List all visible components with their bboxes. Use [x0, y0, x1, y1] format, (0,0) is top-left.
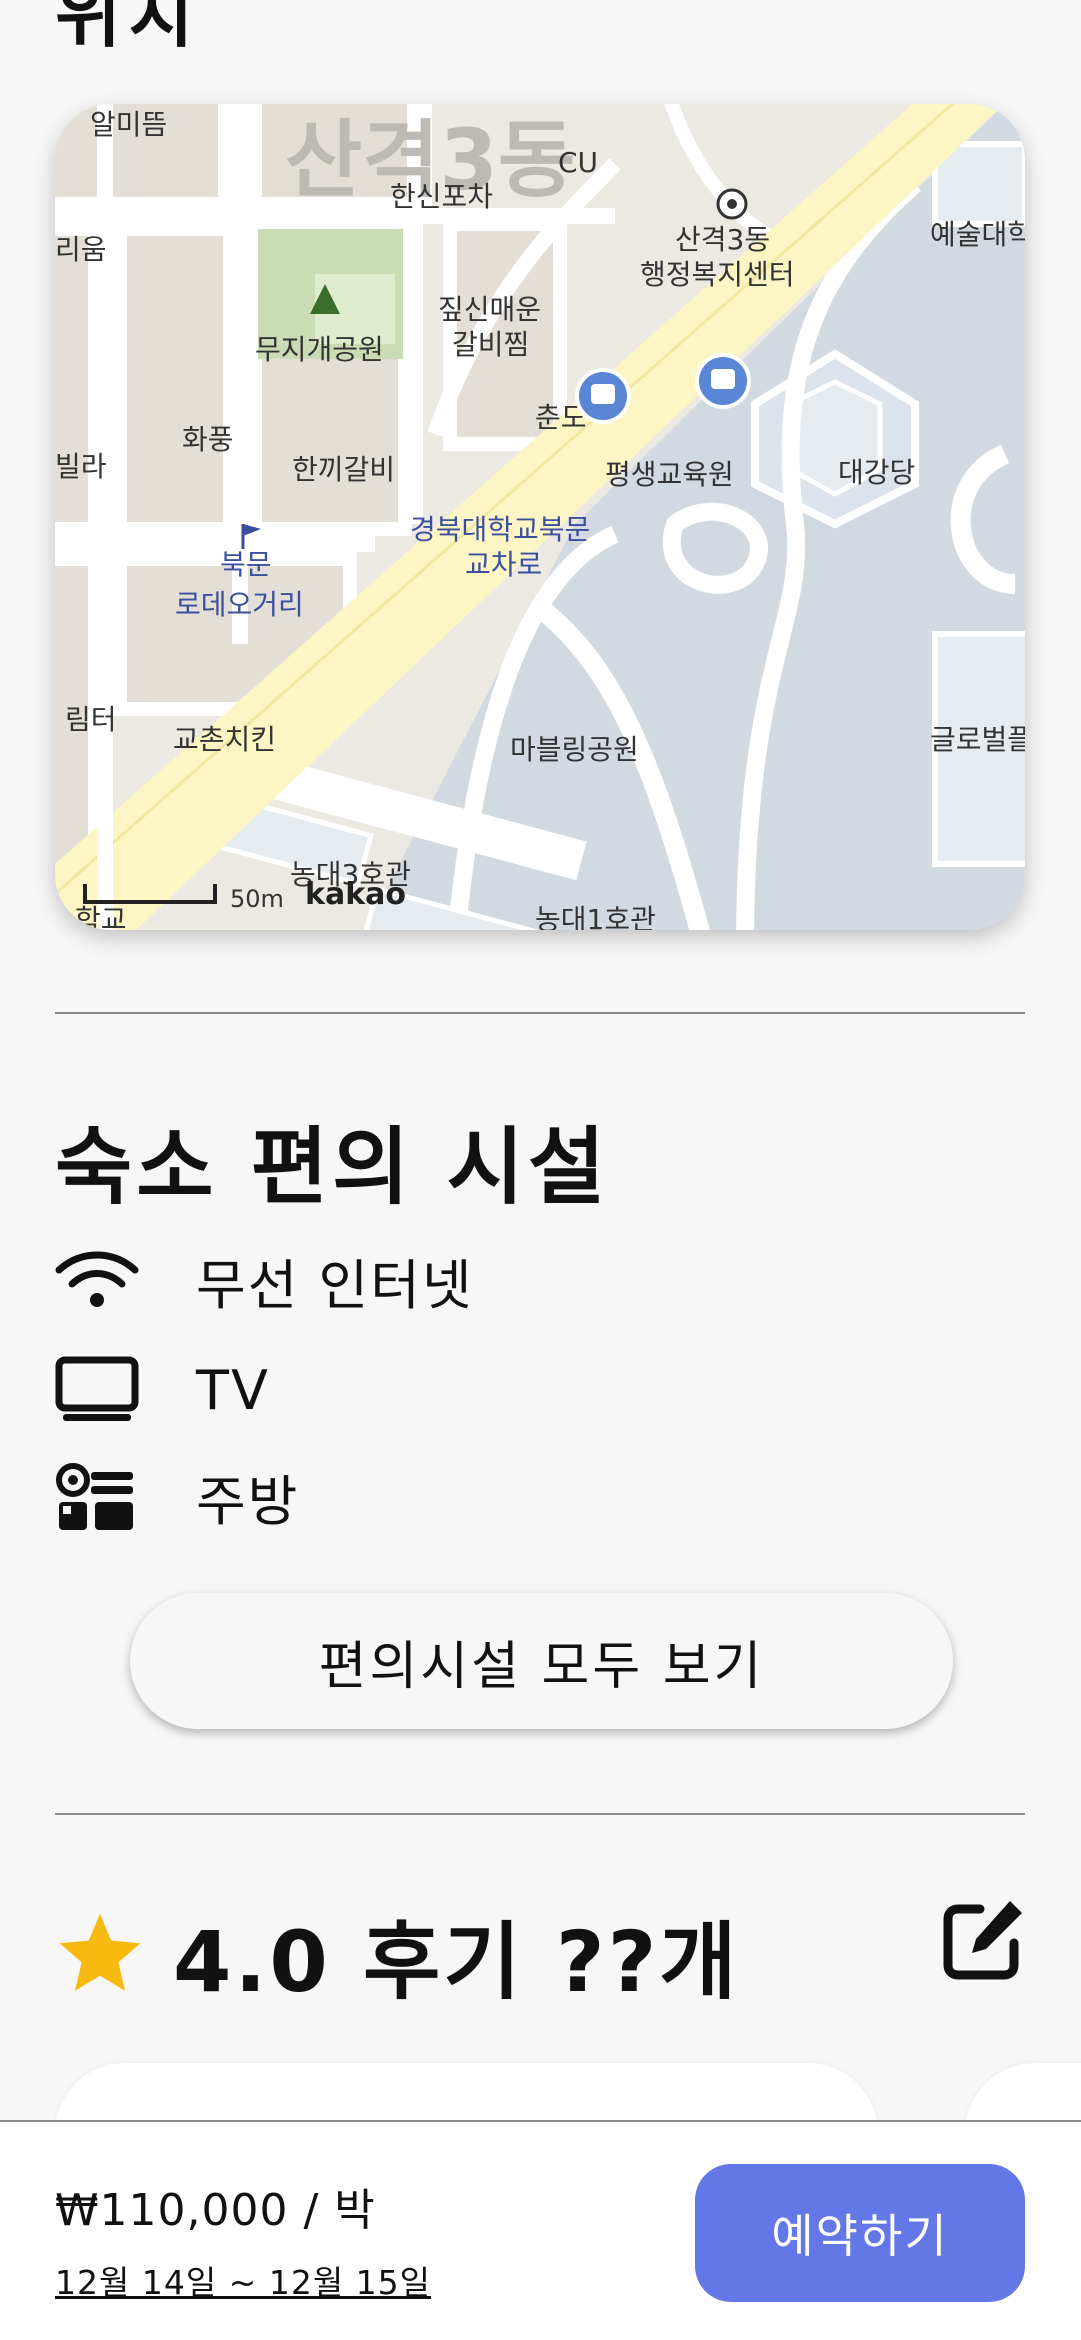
amenity-label: 무선 인터넷: [196, 1253, 474, 1317]
nightly-price: ₩110,000 / 박: [55, 2185, 376, 2236]
map-label-hankki: 한끼갈비: [292, 453, 395, 486]
section-divider: [55, 1813, 1025, 1815]
review-summary: 4.0 후기 ??개: [173, 1912, 740, 2011]
edit-icon: [940, 1901, 1028, 1986]
map-label-jjip-1: 짚신매운: [438, 293, 541, 326]
amenity-item-kitchen: 주방: [55, 1456, 955, 1536]
map-label-lifelong-edu: 평생교육원: [605, 458, 734, 491]
map-label-knu-gate-2: 교차로: [465, 548, 542, 581]
amenity-item-tv: TV: [55, 1350, 955, 1430]
location-title: 위치: [55, 0, 200, 57]
bus-stop-icon[interactable]: [695, 353, 751, 409]
map-label-art-hall: 예술대학: [930, 218, 1025, 251]
map-label-bukmun-1: 북문: [220, 548, 272, 581]
map-label-kyochon: 교촌치킨: [173, 723, 276, 756]
map-label-rimteo: 림터: [65, 703, 117, 736]
map-label-almiddeum: 알미뜸: [90, 108, 167, 141]
location-map[interactable]: 산격3동 알미뜸 한신포차 CU 산격3동 행정복지센터 예술대학 리움 짚신매…: [55, 104, 1025, 930]
map-label-nongdae1: 농대1호관: [535, 903, 656, 930]
section-divider: [55, 1012, 1025, 1014]
map-label-cu: CU: [558, 146, 598, 179]
map-label-center-2: 행정복지센터: [640, 258, 795, 291]
map-label-global: 글로벌플: [930, 723, 1025, 756]
map-label-school: 학교: [75, 903, 127, 930]
star-icon: [55, 1910, 145, 2000]
kitchen-icon: [55, 1461, 139, 1531]
map-label-hwapung: 화풍: [182, 423, 234, 456]
map-label-center-1: 산격3동: [675, 223, 770, 256]
map-label-marble-park: 마블링공원: [510, 733, 639, 766]
map-label-hansin-pocha: 한신포차: [390, 180, 493, 213]
map-label-jjip-2: 갈비찜: [452, 328, 529, 361]
map-label-knu-gate-1: 경북대학교북문: [410, 513, 590, 546]
write-review-button[interactable]: [940, 1895, 1028, 1983]
show-all-amenities-button[interactable]: 편의시설 모두 보기: [130, 1593, 953, 1729]
bus-stop-icon[interactable]: [575, 368, 631, 424]
amenity-label: 주방: [196, 1469, 300, 1533]
map-label-rium: 리움: [55, 233, 107, 266]
map-label-villa: 빌라: [55, 450, 107, 483]
stay-dates-link[interactable]: 12월 14일 ~ 12월 15일: [55, 2256, 431, 2304]
map-label-rainbow-park: 무지개공원: [255, 333, 384, 366]
tv-icon: [55, 1355, 139, 1425]
amenity-label: TV: [196, 1358, 270, 1422]
page: 위치 산격3동 알미뜸 한신포차 CU 산격3동 행정복지센터 예술대학 리움 …: [0, 0, 1081, 2340]
booking-bar: ₩110,000 / 박 12월 14일 ~ 12월 15일 예약하기: [0, 2120, 1081, 2340]
map-scale-label: 50m: [230, 885, 284, 913]
map-label-auditorium: 대강당: [838, 456, 915, 489]
map-canvas[interactable]: 산격3동 알미뜸 한신포차 CU 산격3동 행정복지센터 예술대학 리움 짚신매…: [55, 104, 1025, 930]
reserve-button[interactable]: 예약하기: [695, 2164, 1025, 2302]
wifi-icon: [55, 1245, 139, 1315]
review-header: 4.0 후기 ??개: [55, 1905, 740, 2011]
amenities-title: 숙소 편의 시설: [55, 1118, 610, 1216]
map-brand-logo: kakao: [305, 877, 406, 912]
amenity-item-wifi: 무선 인터넷: [55, 1240, 955, 1320]
map-label-bukmun-2: 로데오거리: [175, 588, 304, 621]
